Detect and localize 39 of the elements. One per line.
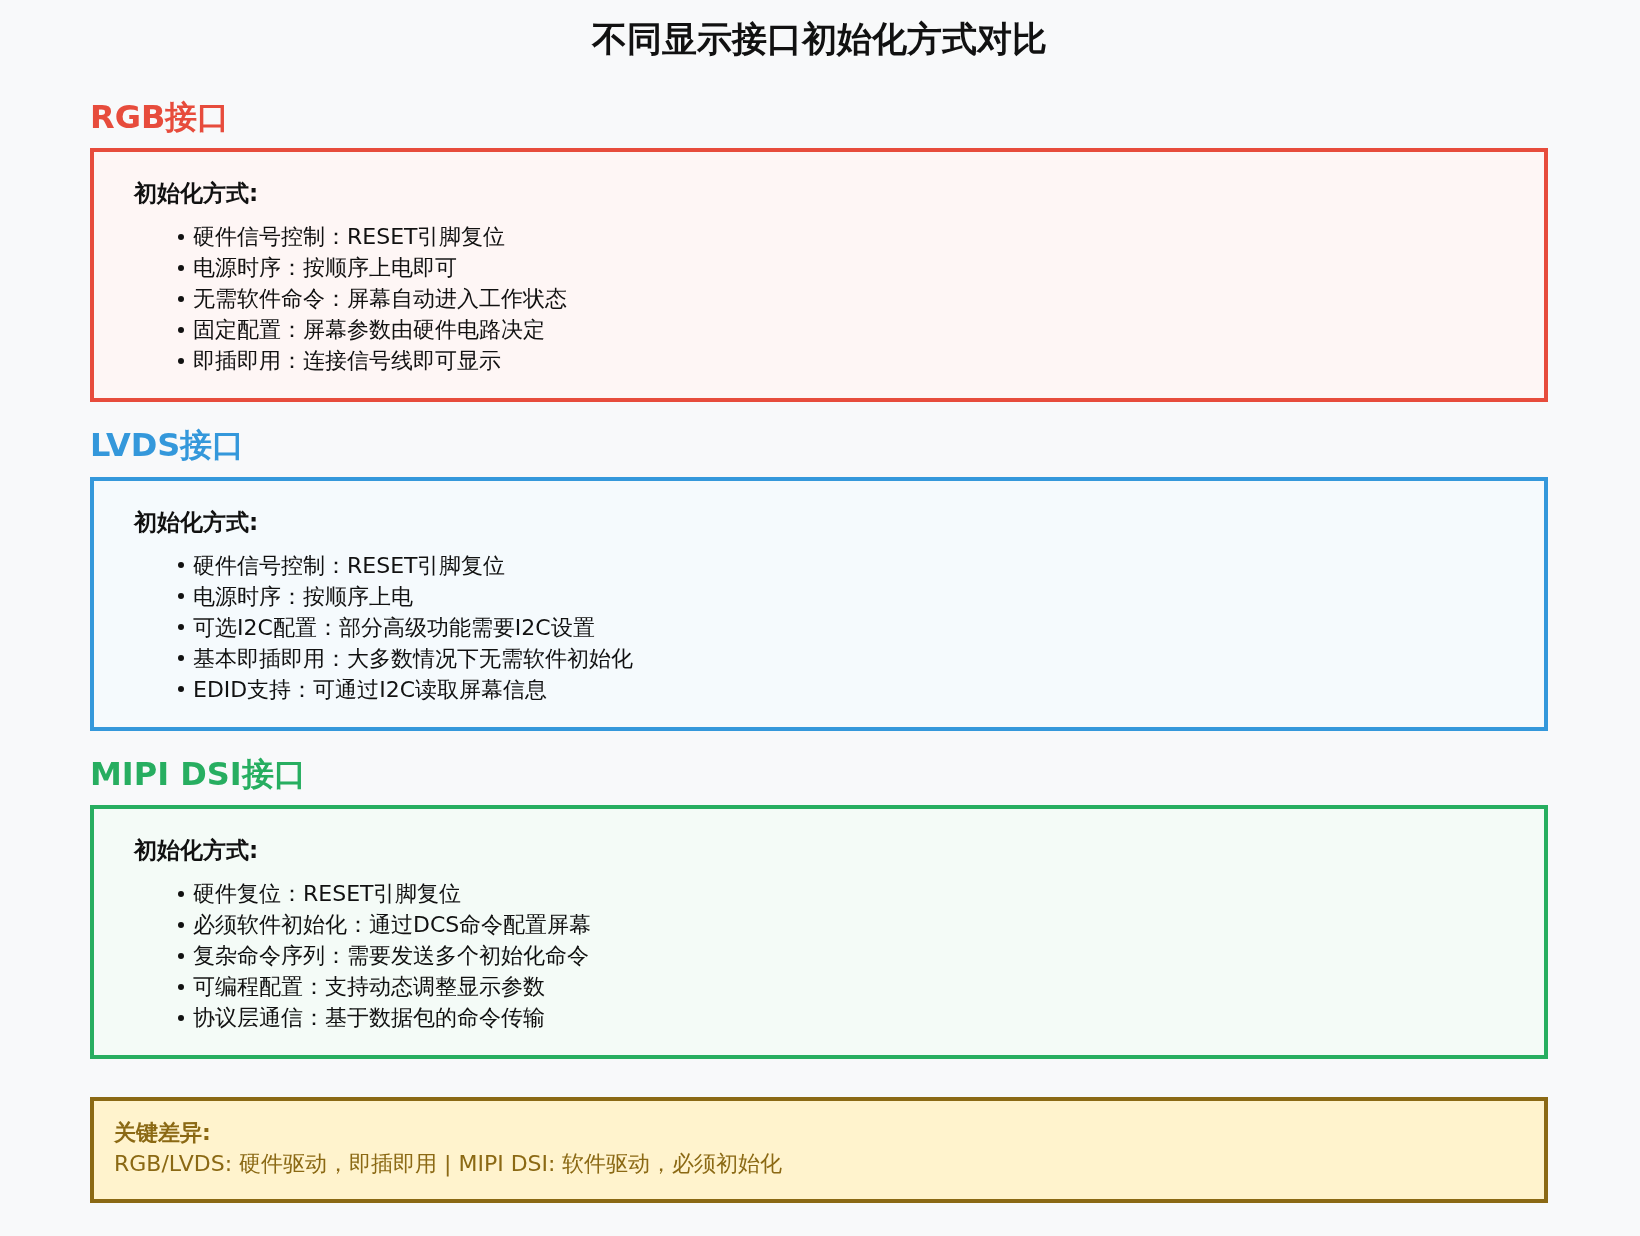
bullet-icon <box>178 655 184 662</box>
list-item-text: 必须软件初始化：通过DCS命令配置屏幕 <box>193 911 592 940</box>
section-heading: LVDS接口 <box>90 426 246 465</box>
list-item-text: 固定配置：屏幕参数由硬件电路决定 <box>193 316 545 345</box>
section-heading: RGB接口 <box>90 98 231 137</box>
card-label: 关键差异: <box>114 1119 212 1148</box>
list-item-text: 可编程配置：支持动态调整显示参数 <box>193 973 545 1002</box>
list-item-text: 复杂命令序列：需要发送多个初始化命令 <box>193 942 589 971</box>
bullet-icon <box>178 264 184 271</box>
list-item-text: 协议层通信：基于数据包的命令传输 <box>193 1004 545 1033</box>
bullet-icon <box>178 686 184 693</box>
list-item-text: 硬件信号控制：RESET引脚复位 <box>193 223 506 252</box>
bullet-icon <box>178 357 184 364</box>
list-item-text: 电源时序：按顺序上电即可 <box>193 254 457 283</box>
card-label: 初始化方式: <box>134 507 260 537</box>
list-item-text: 基本即插即用：大多数情况下无需软件初始化 <box>193 644 633 673</box>
list-item-text: EDID支持：可通过I2C读取屏幕信息 <box>193 675 548 704</box>
section-heading: MIPI DSI接口 <box>90 754 307 794</box>
bullet-icon <box>178 624 184 631</box>
bullet-icon <box>178 295 184 302</box>
card-label: 初始化方式: <box>134 179 260 209</box>
list-item-text: 可选I2C配置：部分高级功能需要I2C设置 <box>193 613 595 642</box>
bullet-icon <box>178 593 184 600</box>
list-item-text: 即插即用：连接信号线即可显示 <box>193 347 501 376</box>
list-item-text: 硬件信号控制：RESET引脚复位 <box>193 551 506 580</box>
bullet-icon <box>178 562 184 569</box>
card-label: 初始化方式: <box>134 836 260 866</box>
page-title: 不同显示接口初始化方式对比 <box>590 18 1048 60</box>
bullet-icon <box>178 952 184 959</box>
bullet-icon <box>178 983 184 990</box>
list-item-text: 电源时序：按顺序上电 <box>193 582 413 611</box>
bullet-icon <box>178 921 184 928</box>
bullet-icon <box>178 326 184 333</box>
bullet-icon <box>178 890 184 897</box>
list-item-text: 硬件复位：RESET引脚复位 <box>193 880 462 909</box>
bullet-icon <box>178 1014 184 1021</box>
list-item-text: 无需软件命令：屏幕自动进入工作状态 <box>193 285 567 314</box>
bullet-icon <box>178 233 184 240</box>
key-difference-text: RGB/LVDS: 硬件驱动，即插即用 | MIPI DSI: 软件驱动，必须初始化 <box>114 1150 784 1179</box>
